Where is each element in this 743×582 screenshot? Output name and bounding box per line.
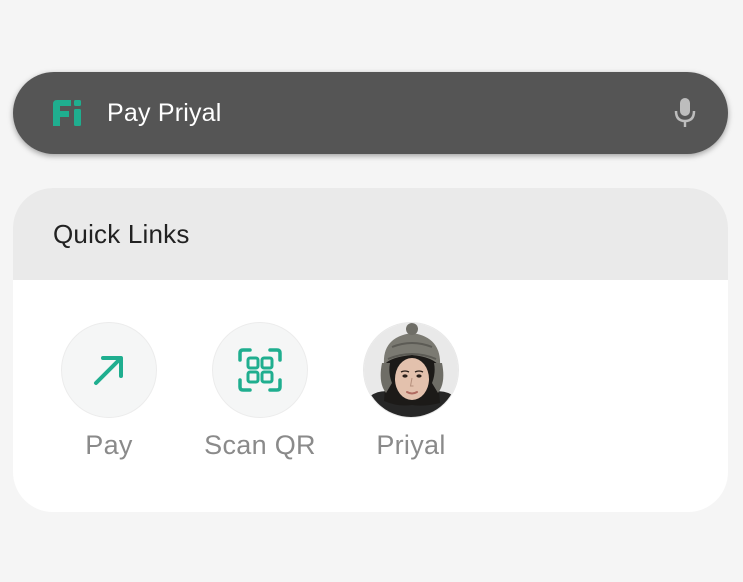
screen: Pay Priyal Quick Links Pay Scan QR Priya… — [0, 0, 743, 582]
quick-link-scan-qr[interactable]: Scan QR — [190, 322, 330, 461]
quick-link-priyal[interactable]: Priyal — [341, 322, 481, 461]
quick-links-list: Pay Scan QR Priyal — [13, 322, 728, 472]
arrow-up-right-icon[interactable] — [61, 322, 157, 418]
quick-links-card: Quick Links Pay Scan QR Priyal — [13, 188, 728, 512]
quick-link-label: Scan QR — [204, 430, 316, 460]
microphone-icon[interactable] — [672, 96, 698, 130]
fi-logo-icon — [49, 97, 87, 129]
quick-links-header: Quick Links — [13, 188, 728, 280]
search-query-text[interactable]: Pay Priyal — [107, 99, 672, 128]
avatar[interactable] — [363, 322, 459, 418]
quick-link-label: Pay — [85, 430, 133, 460]
quick-links-title: Quick Links — [53, 218, 190, 249]
quick-link-label: Priyal — [376, 430, 446, 460]
qr-code-icon[interactable] — [212, 322, 308, 418]
quick-link-pay[interactable]: Pay — [39, 322, 179, 461]
search-bar[interactable]: Pay Priyal — [13, 72, 728, 154]
